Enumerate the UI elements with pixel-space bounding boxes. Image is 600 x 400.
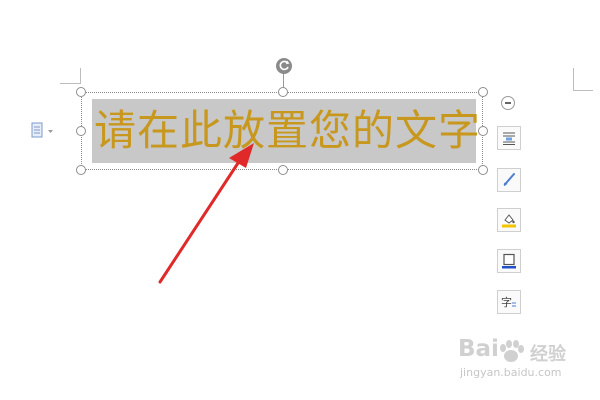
watermark-subtitle: 经验 [530, 344, 566, 365]
baidu-jingyan-watermark: Bai 经验 jingyan.baidu.com [452, 336, 592, 386]
watermark-url: jingyan.baidu.com [460, 366, 562, 379]
watermark-brand: Bai [458, 336, 499, 362]
